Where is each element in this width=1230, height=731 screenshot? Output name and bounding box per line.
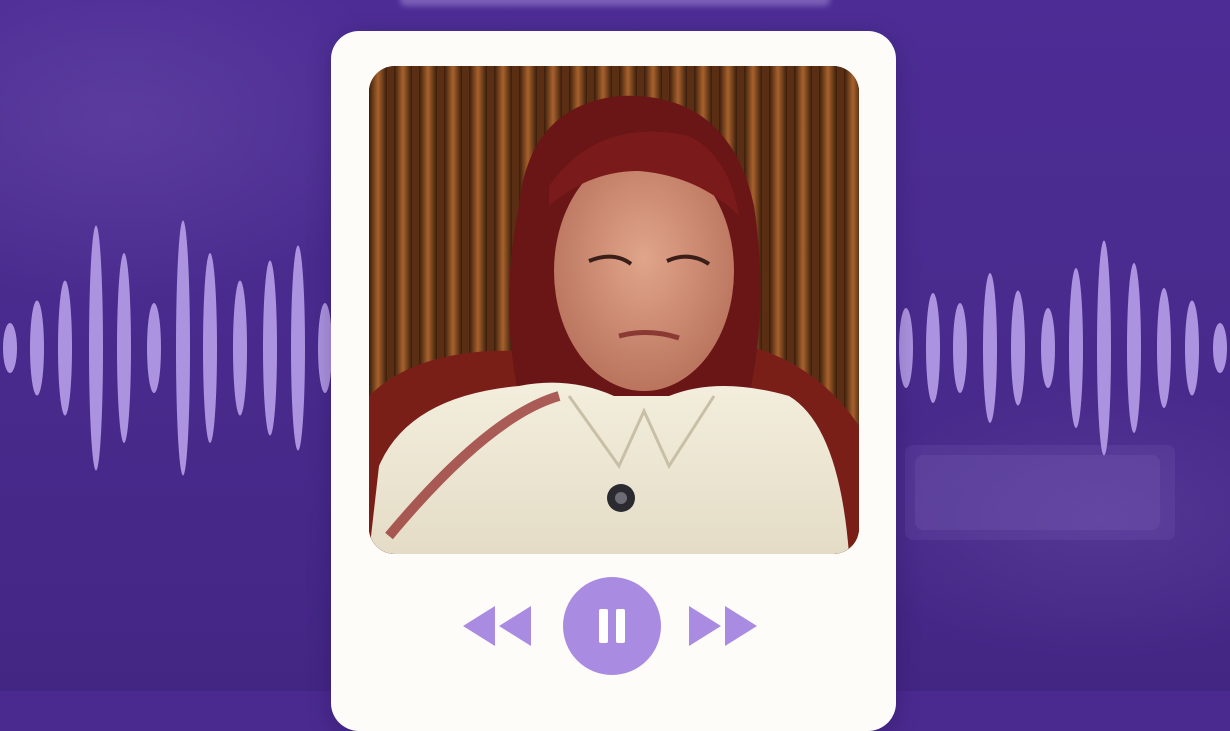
rewind-icon [463,606,531,646]
pause-button[interactable] [563,577,661,675]
waveform-bar [1011,290,1025,406]
playback-controls [331,571,896,681]
waveform-right [899,240,1227,456]
rewind-button[interactable] [461,601,533,651]
header-blurred-text [400,0,830,6]
fast-forward-icon [689,606,757,646]
waveform-bar [926,293,940,403]
waveform-bar [983,273,997,423]
waveform-bar [233,280,247,416]
waveform-bar [203,253,217,443]
waveform-bar [1157,288,1171,408]
waveform-bar [1097,240,1111,456]
waveform-bar [176,220,190,476]
waveform-bar [291,245,305,451]
waveform-bar [953,303,967,393]
waveform-bar [147,303,161,393]
waveform-bar [30,300,44,396]
waveform-bar [1041,308,1055,388]
waveform-bar [1185,300,1199,396]
artwork-portrait-image [369,66,859,554]
pause-icon [599,609,625,643]
waveform-bar [1213,323,1227,373]
waveform-bar [1069,268,1083,428]
waveform-bar [117,253,131,443]
waveform-bar [89,225,103,471]
waveform-bar [58,280,72,416]
player-card [331,31,896,731]
waveform-bar [263,260,277,436]
waveform-bar [899,308,913,388]
album-artwork [369,66,859,554]
waveform-left [3,220,331,476]
waveform-bar [1127,263,1141,433]
waveform-bar [3,323,17,373]
fast-forward-button[interactable] [687,601,759,651]
waveform-bar [318,303,331,393]
